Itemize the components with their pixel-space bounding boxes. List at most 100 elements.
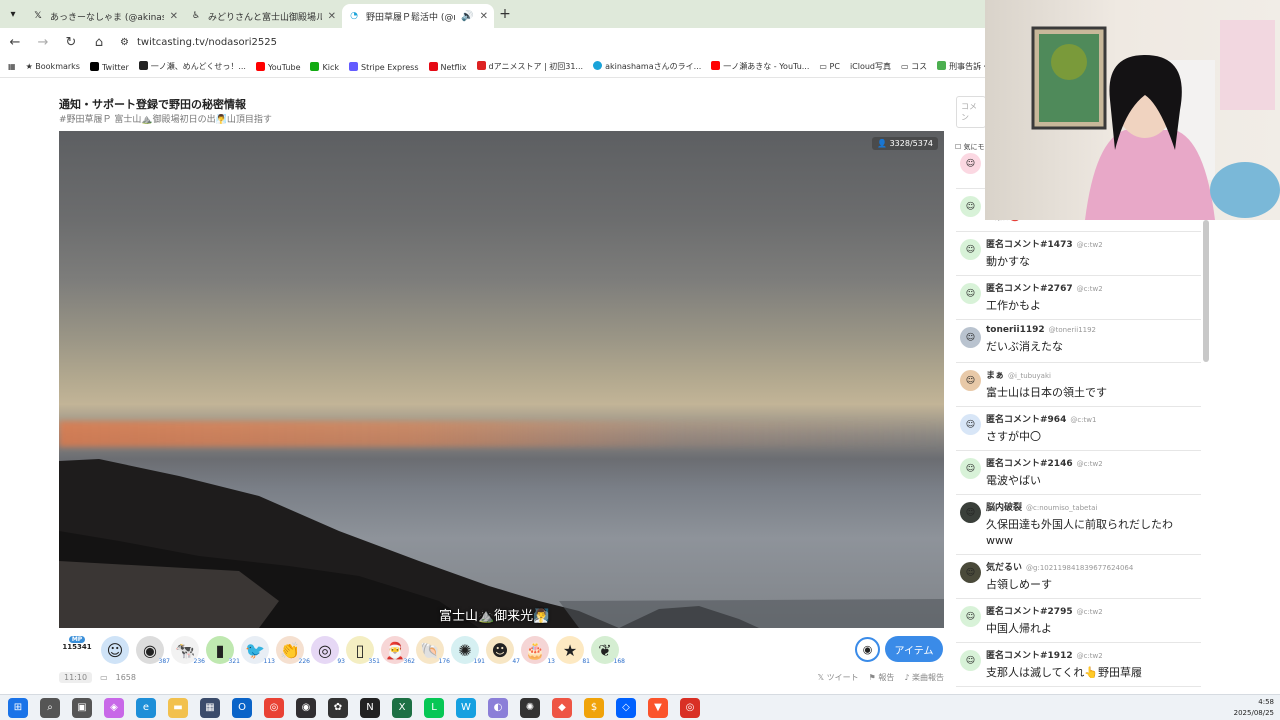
tab-2-active[interactable]: ◔ 野田草履Ｐ鬆活中 (@noda 🔊 ✕: [342, 4, 494, 28]
comment-author[interactable]: 匿名コメント#964 @c:tw1: [986, 412, 1197, 425]
leaf-gift-button[interactable]: ❦ 168: [591, 636, 625, 665]
reload-icon[interactable]: ↻: [64, 35, 78, 50]
music-report-link[interactable]: ♪ 楽曲報告: [904, 672, 944, 683]
firework-gift-button[interactable]: ✺ 191: [451, 636, 485, 665]
tweet-link[interactable]: 𝕏 ツイート: [818, 672, 859, 683]
chatgpt-icon[interactable]: ✺: [520, 697, 540, 718]
apps-grid-icon[interactable]: ▦: [8, 62, 16, 71]
comment-item[interactable]: ☺ tonerii1192 @tonerii1192 だいぶ消えたな: [956, 320, 1201, 363]
speaker-icon[interactable]: 🔊: [461, 11, 473, 22]
avatar[interactable]: ☺: [960, 650, 981, 671]
comment-item[interactable]: ☺ 脳内破裂 @c:noumiso_tabetai 久保田達も外国人に前取られだしたわ…: [956, 495, 1201, 555]
bookmark-item[interactable]: Stripe Express: [348, 61, 419, 72]
comment-author[interactable]: 気だるい @g:102119841839677624064: [986, 560, 1197, 573]
ncv-icon[interactable]: N: [360, 697, 380, 718]
bookmark-item[interactable]: akinashamaさんのライ...: [593, 61, 701, 72]
comment-item[interactable]: ☺ 匿名コメント#2767 @c:tw2 工作かもよ: [956, 276, 1201, 320]
item-button[interactable]: アイテム: [885, 636, 943, 662]
game-icon[interactable]: ◆: [552, 697, 572, 718]
comment-author[interactable]: 匿名コメント#1912 @c:tw2: [986, 648, 1197, 661]
bookmark-folder[interactable]: ▭ コス: [901, 61, 927, 72]
comment-author[interactable]: まぁ @i_tubuyaki: [986, 368, 1197, 381]
comment-author[interactable]: 匿名コメント#2767 @c:tw2: [986, 281, 1197, 294]
avatar[interactable]: ☺: [960, 327, 981, 348]
ring-gift-button[interactable]: ◎ 93: [311, 636, 345, 665]
taskbar-clock[interactable]: 4:58 2025/08/25: [1234, 697, 1274, 719]
avatar[interactable]: ☺: [960, 370, 981, 391]
app-icon[interactable]: ✿: [328, 697, 348, 718]
video-player[interactable]: 👤 3328/5374 富士山⛰️御来光🧖‍♂️: [59, 131, 944, 628]
comment-item[interactable]: ☺ まぁ @i_tubuyaki 富士山は日本の領土です: [956, 363, 1201, 407]
tab-search-button[interactable]: ▾: [0, 0, 26, 28]
avatar[interactable]: ☺: [960, 283, 981, 304]
tab-1[interactable]: ♿ みどりさんと富士山御殿場ルートの ✕: [184, 4, 342, 28]
cake-gift-button[interactable]: 🎂 13: [521, 636, 555, 665]
card-gift-button[interactable]: ▮ 321: [206, 636, 240, 665]
outlook-icon[interactable]: O: [232, 697, 252, 718]
smile-gift-button[interactable]: ☺: [101, 636, 129, 664]
coin-icon[interactable]: $: [584, 697, 604, 718]
comment-item[interactable]: ☺ 匿名コメント#2795 @c:tw2 中国人帰れよ: [956, 599, 1201, 643]
shell-gift-button[interactable]: 🐚 176: [416, 636, 450, 665]
comment-item[interactable]: ☺ 匿名コメント#1473 @c:tw2 動かすな: [956, 232, 1201, 276]
brave-icon[interactable]: ▼: [648, 697, 668, 718]
stone-gift-button[interactable]: ◉ 387: [136, 636, 170, 665]
chrome-active-icon[interactable]: ◎: [680, 697, 700, 718]
folder-icon[interactable]: ▬: [168, 697, 188, 718]
line-icon[interactable]: L: [424, 697, 444, 718]
home-icon[interactable]: ⌂: [92, 35, 106, 50]
bookmark-item[interactable]: iCloud写真: [850, 61, 891, 72]
bookmark-item[interactable]: 刑事告訴・ネ: [937, 61, 985, 72]
back-icon[interactable]: ←: [8, 35, 22, 50]
star-gift-button[interactable]: ★ 81: [556, 636, 590, 665]
calculator-icon[interactable]: ▦: [200, 697, 220, 718]
avatar[interactable]: ☺: [960, 414, 981, 435]
bookmark-item[interactable]: 一ノ瀬あきな - YouTu...: [711, 61, 809, 72]
avatar[interactable]: ☺: [960, 562, 981, 583]
bookmark-item[interactable]: YouTube: [255, 61, 300, 72]
comment-author[interactable]: 脳内破裂 @c:noumiso_tabetai: [986, 500, 1197, 513]
url-field[interactable]: ⚙ twitcasting.tv/nodasori2525: [120, 37, 277, 48]
windows-start-icon[interactable]: ⊞: [8, 697, 28, 718]
edge-icon[interactable]: e: [136, 697, 156, 718]
bookmark-folder[interactable]: ▭ PC: [819, 62, 840, 71]
face-gift-button[interactable]: ☻ 47: [486, 636, 520, 665]
comment-item[interactable]: ☺ 匿名コメント#1912 @c:tw2 支那人は滅してくれ👆野田草履: [956, 643, 1201, 687]
bookmark-item[interactable]: Twitter: [89, 61, 129, 72]
comment-item[interactable]: ☺ 匿名コメント#964 @c:tw1 さすが中〇: [956, 407, 1201, 451]
comment-author[interactable]: 匿名コメント#2146 @c:tw2: [986, 456, 1197, 469]
comment-author[interactable]: tonerii1192 @tonerii1192: [986, 325, 1197, 335]
close-tab-icon[interactable]: ✕: [328, 11, 336, 22]
task-view-icon[interactable]: ▣: [72, 697, 92, 718]
bookmark-item[interactable]: Kick: [310, 61, 339, 72]
report-link[interactable]: ⚑ 報告: [869, 672, 895, 683]
comment-item[interactable]: ☺ 匿名コメント#2146 @c:tw2 電波やばい: [956, 451, 1201, 495]
search-icon[interactable]: ⌕: [40, 697, 60, 718]
bookmark-item[interactable]: dアニメストア | 初回31...: [476, 61, 583, 72]
cow-gift-button[interactable]: 🐄 236: [171, 636, 205, 665]
avatar[interactable]: ☺: [960, 458, 981, 479]
excel-icon[interactable]: X: [392, 697, 412, 718]
santa-gift-button[interactable]: 🎅 362: [381, 636, 415, 665]
avatar[interactable]: ☺: [960, 196, 981, 217]
comment-author[interactable]: 匿名コメント#2795 @c:tw2: [986, 604, 1197, 617]
obs-icon[interactable]: ◉: [296, 697, 316, 718]
w-icon[interactable]: W: [456, 697, 476, 718]
safari-icon[interactable]: ◐: [488, 697, 508, 718]
site-info-icon[interactable]: ⚙: [120, 37, 129, 48]
avatar[interactable]: ☺: [960, 606, 981, 627]
tea-gift-button[interactable]: ▯ 351: [346, 636, 380, 665]
bookmark-item[interactable]: Netflix: [428, 61, 467, 72]
new-tab-button[interactable]: +: [494, 6, 516, 22]
tab-0[interactable]: 𝕏 あっきーなしゃま (@akinashama) ✕: [26, 4, 184, 28]
comment-author[interactable]: 匿名コメント#1473 @c:tw2: [986, 237, 1197, 250]
dropbox-icon[interactable]: ◇: [616, 697, 636, 718]
copilot-icon[interactable]: ◈: [104, 697, 124, 718]
clap-gift-button[interactable]: 👏 226: [276, 636, 310, 665]
avatar[interactable]: ☺: [960, 239, 981, 260]
forward-icon[interactable]: →: [36, 35, 50, 50]
bird-gift-button[interactable]: 🐦 113: [241, 636, 275, 665]
comment-item[interactable]: ☺ 気だるい @g:102119841839677624064 占領しめーす: [956, 555, 1201, 599]
close-tab-icon[interactable]: ✕: [170, 11, 178, 22]
comment-scrollbar[interactable]: [1203, 220, 1209, 362]
